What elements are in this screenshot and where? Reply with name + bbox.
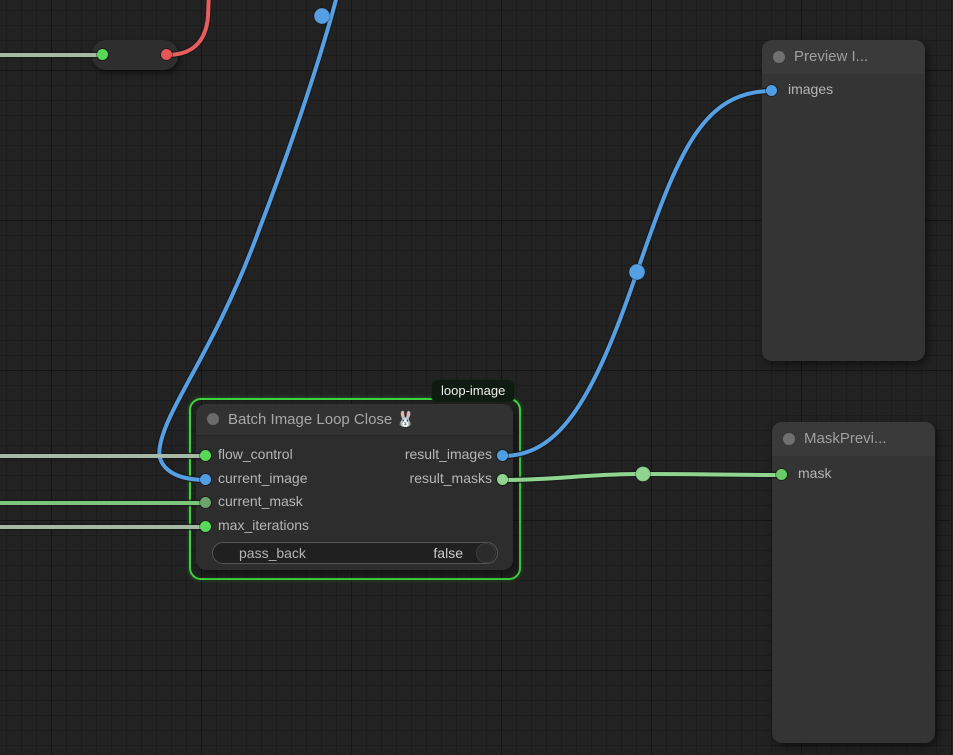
widget-name: pass_back [239,545,306,561]
input-label-max-iterations: max_iterations [218,517,309,533]
link-dot-blue-mid[interactable] [629,264,645,280]
port-max-iterations[interactable] [200,521,211,532]
port-collapsed-input[interactable] [97,49,108,60]
collapse-dot-icon[interactable] [207,413,219,425]
node-title: MaskPrevi... [804,430,887,447]
widget-value: false [433,545,463,561]
port-flow-control[interactable] [200,450,211,461]
link-dot-blue-top[interactable] [314,8,330,24]
input-label-images: images [788,81,833,97]
output-label-result-images: result_images [405,446,492,462]
port-result-images[interactable] [497,450,508,461]
node-badge-loop-image: loop-image [432,380,514,402]
port-result-masks[interactable] [497,474,508,485]
port-mask[interactable] [776,469,787,480]
node-title: Preview I... [794,48,868,65]
wire-result-masks-to-mask [503,474,782,480]
link-dot-green-mid[interactable] [636,467,651,482]
port-current-image[interactable] [200,474,211,485]
node-graph-canvas[interactable]: Batch Image Loop Close 🐰 flow_control cu… [0,0,953,755]
node-preview-image[interactable]: Preview I... images [762,40,925,361]
input-label-current-mask: current_mask [218,493,303,509]
wire-result-images-to-preview [503,91,772,456]
output-label-result-masks: result_masks [410,470,492,486]
node-batch-image-loop-close[interactable]: Batch Image Loop Close 🐰 flow_control cu… [196,404,513,570]
input-label-current-image: current_image [218,470,308,486]
collapse-dot-icon[interactable] [783,433,795,445]
port-images[interactable] [766,85,777,96]
port-collapsed-output[interactable] [161,49,172,60]
node-header[interactable]: Batch Image Loop Close 🐰 [196,404,513,436]
toggle-knob-icon[interactable] [477,544,495,562]
collapse-dot-icon[interactable] [773,51,785,63]
pass-back-toggle-widget[interactable]: pass_back false [212,542,498,564]
node-header[interactable]: MaskPrevi... [772,422,935,456]
port-current-mask[interactable] [200,497,211,508]
node-header[interactable]: Preview I... [762,40,925,74]
node-mask-preview[interactable]: MaskPrevi... mask [772,422,935,743]
input-label-flow-control: flow_control [218,446,293,462]
input-label-mask: mask [798,465,831,481]
node-title: Batch Image Loop Close 🐰 [228,410,415,428]
